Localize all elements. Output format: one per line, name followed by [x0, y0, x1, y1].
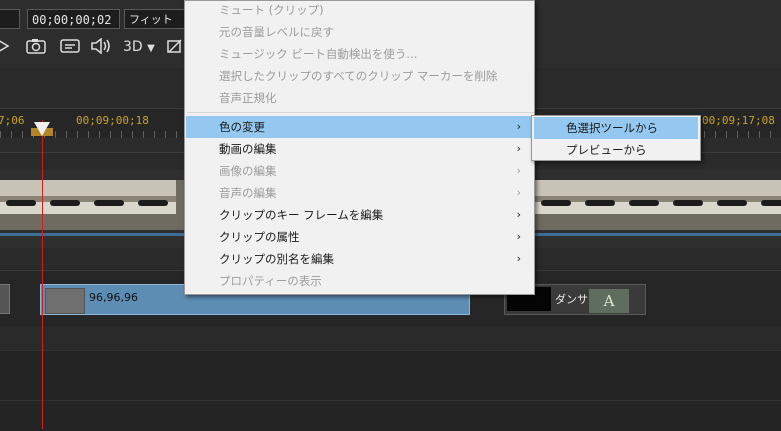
color-clip-label: 96,96,96: [89, 291, 138, 304]
volume-icon[interactable]: [90, 37, 112, 56]
menu-item-label: 選択したクリップのすべてのクリップ マーカーを削除: [219, 69, 498, 83]
menu-item-label: クリップのキー フレームを編集: [219, 208, 384, 222]
submenu-item-from-color-picker[interactable]: 色選択ツールから: [534, 117, 698, 139]
menu-item-label: 画像の編集: [219, 164, 277, 178]
submenu-item-label: プレビューから: [566, 143, 647, 157]
video-clip-filmstrip-right[interactable]: [535, 180, 781, 230]
menu-item-clip-attributes[interactable]: クリップの属性 ›: [186, 226, 533, 248]
menu-item-edit-image[interactable]: 画像の編集 ›: [186, 160, 533, 182]
track-clip-left[interactable]: [0, 284, 10, 314]
chevron-right-icon: ›: [516, 230, 521, 243]
view-3d-dropdown[interactable]: 3D ▼: [123, 38, 155, 56]
playhead-line[interactable]: [42, 120, 43, 429]
menu-separator: [187, 112, 534, 113]
menu-item-label: クリップの別名を編集: [219, 252, 334, 266]
color-clip-thumbnail: [45, 288, 85, 314]
menu-item-label: 色の変更: [219, 120, 265, 134]
clip-context-menu: ミュート (クリップ) 元の音量レベルに戻す ミュージック ビート自動検出を使う…: [184, 0, 535, 295]
menu-item-restore-volume[interactable]: 元の音量レベルに戻す: [186, 21, 533, 43]
menu-item-label: ミュージック ビート自動検出を使う...: [219, 47, 418, 61]
ruler-label-left: 7;06: [0, 114, 25, 127]
submenu-item-from-preview[interactable]: プレビューから: [534, 139, 698, 161]
menu-item-label: ミュート (クリップ): [219, 3, 324, 17]
menu-item-remove-clip-markers[interactable]: 選択したクリップのすべてのクリップ マーカーを削除: [186, 65, 533, 87]
subtitle-icon[interactable]: [60, 38, 80, 56]
view-3d-label: 3D: [123, 39, 143, 55]
submenu-item-label: 色選択ツールから: [566, 121, 658, 135]
camera-icon[interactable]: [26, 38, 46, 56]
menu-item-label: 音声の編集: [219, 186, 277, 200]
menu-item-label: 動画の編集: [219, 142, 277, 156]
chevron-down-icon: ▼: [147, 43, 155, 54]
ruler-label-right: 00;09;17;08: [702, 114, 775, 127]
menu-item-label: 音声正規化: [219, 91, 277, 105]
chevron-right-icon: ›: [516, 252, 521, 265]
menu-item-edit-video[interactable]: 動画の編集 ›: [186, 138, 533, 160]
menu-item-label: クリップの属性: [219, 230, 300, 244]
chevron-right-icon: ›: [516, 142, 521, 155]
menu-item-label: プロパティーの表示: [219, 274, 322, 288]
timecode-field[interactable]: 00;00;00;02: [27, 9, 120, 29]
menu-item-label: 元の音量レベルに戻す: [219, 25, 334, 39]
menu-item-edit-alias[interactable]: クリップの別名を編集 ›: [186, 248, 533, 270]
menu-item-audio-normalize[interactable]: 音声正規化: [186, 87, 533, 109]
video-clip-filmstrip-left[interactable]: [0, 180, 186, 230]
play-icon[interactable]: [0, 38, 10, 56]
chevron-right-icon: ›: [516, 208, 521, 221]
zoom-fit-dropdown[interactable]: フィット: [124, 9, 186, 29]
menu-item-edit-audio[interactable]: 音声の編集 ›: [186, 182, 533, 204]
timecode-field-left[interactable]: [0, 9, 20, 29]
chevron-right-icon: ›: [516, 120, 521, 133]
menu-item-edit-keyframes[interactable]: クリップのキー フレームを編集 ›: [186, 204, 533, 226]
menu-item-mute-clip[interactable]: ミュート (クリップ): [186, 0, 533, 21]
menu-item-show-properties[interactable]: プロパティーの表示: [186, 270, 533, 292]
change-color-submenu: 色選択ツールから プレビューから: [531, 115, 701, 161]
chevron-right-icon: ›: [516, 186, 521, 199]
empty-track[interactable]: [0, 350, 781, 431]
track-divider: [0, 400, 781, 401]
crop-icon[interactable]: [167, 38, 183, 56]
menu-item-beat-detection[interactable]: ミュージック ビート自動検出を使う...: [186, 43, 533, 65]
title-clip-logo: A: [589, 289, 629, 313]
menu-item-change-color[interactable]: 色の変更 ›: [186, 116, 533, 138]
ruler-label-mid: 00;09;00;18: [76, 114, 149, 127]
chevron-right-icon: ›: [516, 164, 521, 177]
